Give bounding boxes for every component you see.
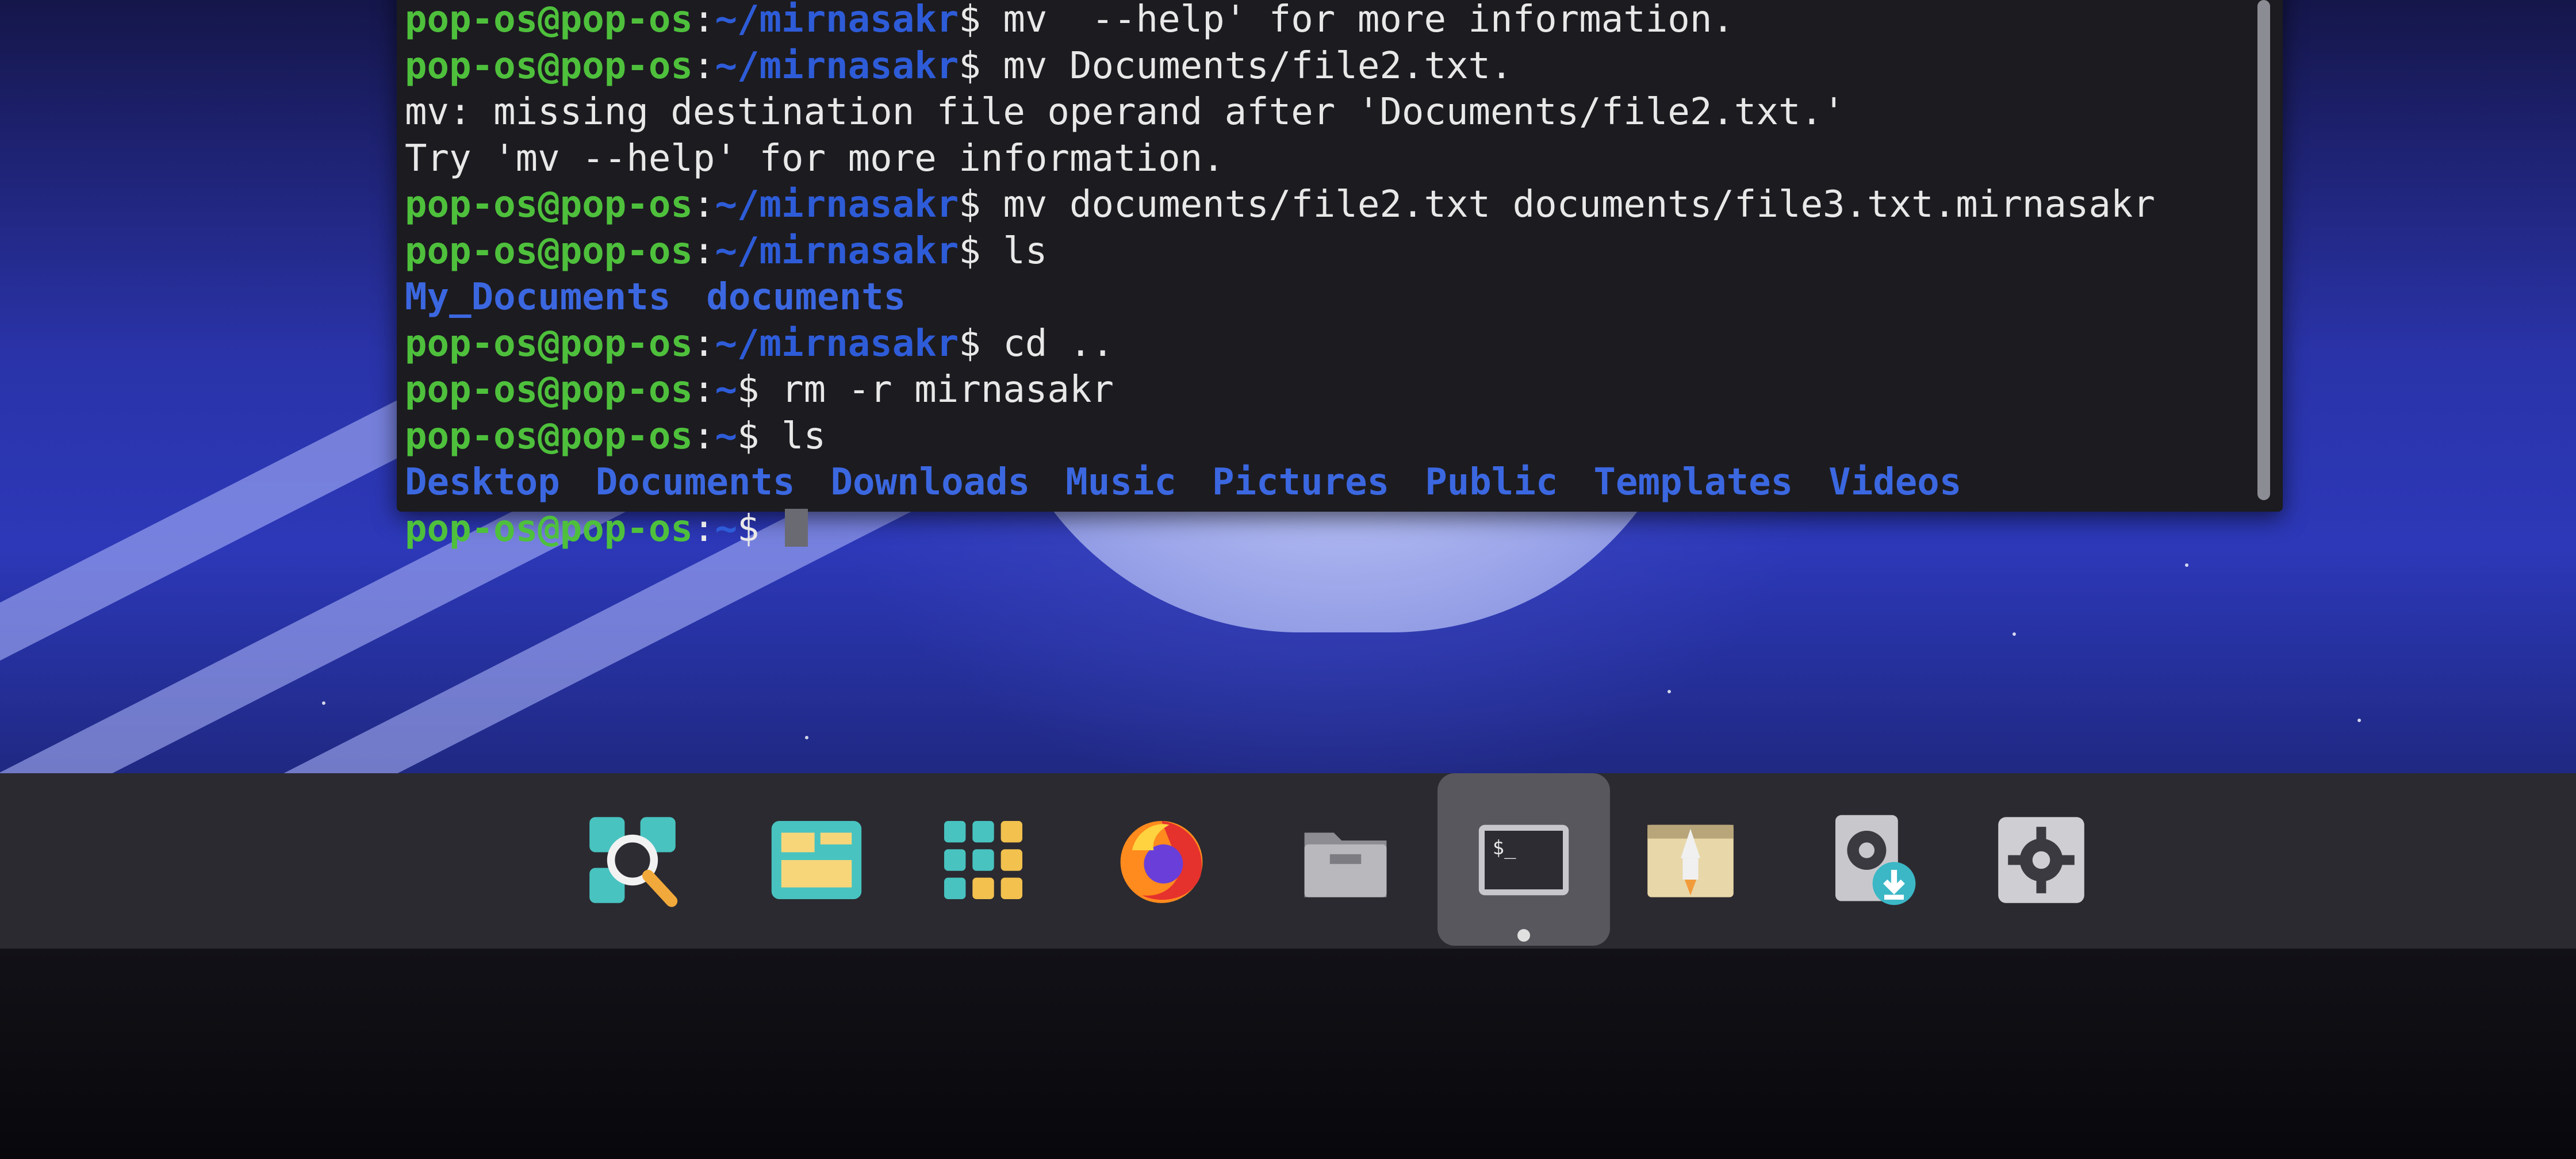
terminal-line: pop-os@pop-os:~/mirnasakr$ mv --help' fo…: [405, 0, 2248, 43]
prompt-path: ~/mirnasakr: [715, 229, 959, 273]
prompt-symbol: $: [737, 369, 760, 411]
output-text: mv: missing destination file operand aft…: [405, 91, 1845, 133]
dock-item-disk-installer[interactable]: [1788, 773, 1961, 949]
prompt-user: pop-os@pop-os: [405, 322, 693, 365]
terminal-line: mv: missing destination file operand aft…: [405, 89, 2248, 136]
prompt-separator: :: [692, 415, 715, 458]
prompt-separator: :: [692, 322, 715, 365]
pop-shop-icon: [1642, 811, 1739, 911]
command-text: ls: [759, 415, 826, 458]
prompt-separator: :: [692, 229, 715, 273]
dock-item-settings[interactable]: [1955, 773, 2128, 949]
prompt-separator: :: [692, 369, 715, 411]
terminal-line: pop-os@pop-os:~$: [405, 506, 2248, 552]
prompt-symbol: $: [959, 183, 981, 226]
terminal-line: My_Documents documents: [405, 274, 2248, 321]
output-text: Try 'mv --help' for more information.: [405, 137, 1225, 180]
prompt-user: pop-os@pop-os: [405, 507, 693, 550]
directory-entry: Documents: [595, 461, 795, 504]
dock-item-workspaces[interactable]: [730, 773, 903, 949]
disk-installer-icon: [1826, 811, 1923, 911]
screen-bezel: [0, 949, 2576, 1159]
dock-item-files[interactable]: [1259, 773, 1432, 949]
prompt-user: pop-os@pop-os: [405, 229, 693, 273]
prompt-path: ~: [715, 415, 737, 458]
terminal-line: Desktop Documents Downloads Music Pictures Pu…: [405, 459, 2248, 506]
dock-item-app-grid[interactable]: [897, 773, 1070, 949]
dock-item-pop-shop[interactable]: [1604, 773, 1777, 949]
prompt-symbol: $: [737, 507, 760, 550]
terminal-output[interactable]: pop-os@pop-os:~/mirnasakr$ mv --help' fo…: [405, 0, 2248, 552]
prompt-path: ~/mirnasakr: [715, 183, 959, 226]
terminal-cursor[interactable]: [785, 508, 808, 547]
prompt-path: ~/mirnasakr: [715, 322, 959, 365]
prompt-symbol: $: [959, 44, 981, 87]
prompt-symbol: $: [737, 415, 760, 458]
command-text: mv Documents/file2.txt.: [980, 44, 1513, 87]
prompt-user: pop-os@pop-os: [405, 44, 693, 87]
command-text: rm -r mirnasakr: [759, 369, 1114, 411]
prompt-symbol: $: [959, 229, 981, 273]
directory-entry: Desktop: [405, 461, 560, 504]
command-text: cd ..: [980, 322, 1114, 365]
dock-item-terminal[interactable]: $_: [1426, 773, 1610, 949]
command-text: ls: [980, 229, 1048, 273]
prompt-path: ~/mirnasakr: [715, 44, 959, 87]
directory-entry: Music: [1065, 461, 1176, 504]
directory-entry: Pictures: [1212, 461, 1390, 504]
terminal-line: pop-os@pop-os:~/mirnasakr$ cd ..: [405, 321, 2248, 367]
files-icon: [1297, 811, 1394, 911]
directory-entry: Downloads: [830, 461, 1030, 504]
directory-entry: My_Documents: [405, 276, 671, 318]
firefox-icon: [1113, 811, 1210, 911]
command-text: mv documents/file2.txt documents/file3.t…: [980, 183, 2155, 226]
prompt-user: pop-os@pop-os: [405, 415, 693, 458]
directory-entry: Templates: [1593, 461, 1793, 504]
prompt-user: pop-os@pop-os: [405, 183, 693, 226]
terminal-icon: $_: [1475, 811, 1573, 911]
workspaces-icon: [768, 811, 865, 911]
dock-item-search-app[interactable]: [546, 773, 719, 949]
prompt-separator: :: [692, 44, 715, 87]
terminal-scrollbar[interactable]: [2257, 0, 2270, 500]
prompt-path: ~: [715, 507, 737, 550]
app-grid-icon: [934, 811, 1032, 911]
directory-entry: Videos: [1828, 461, 1962, 504]
directory-entry: documents: [706, 276, 906, 318]
terminal-line: Try 'mv --help' for more information.: [405, 136, 2248, 182]
prompt-user: pop-os@pop-os: [405, 369, 693, 411]
dock-item-firefox[interactable]: [1075, 773, 1248, 949]
running-indicator: [1517, 929, 1530, 942]
prompt-separator: :: [692, 183, 715, 226]
directory-entry: Public: [1425, 461, 1558, 504]
terminal-line: pop-os@pop-os:~$ ls: [405, 413, 2248, 460]
prompt-user: pop-os@pop-os: [405, 0, 693, 41]
svg-text:$_: $_: [1493, 836, 1516, 859]
settings-icon: [1992, 811, 2090, 911]
prompt-path: ~/mirnasakr: [715, 0, 959, 41]
prompt-symbol: $: [959, 0, 981, 41]
prompt-separator: :: [692, 0, 715, 41]
terminal-window[interactable]: pop-os@pop-os:~/mirnasakr$ mv --help' fo…: [397, 0, 2283, 550]
terminal-line: pop-os@pop-os:~/mirnasakr$ mv Documents/…: [405, 43, 2248, 90]
command-text: mv --help' for more information.: [980, 0, 1734, 41]
terminal-line: pop-os@pop-os:~/mirnasakr$ mv documents/…: [405, 182, 2248, 228]
prompt-separator: :: [692, 507, 715, 550]
search-app-icon: [584, 811, 681, 911]
terminal-line: pop-os@pop-os:~/mirnasakr$ ls: [405, 228, 2248, 275]
terminal-line: pop-os@pop-os:~$ rm -r mirnasakr: [405, 367, 2248, 413]
prompt-symbol: $: [959, 322, 981, 365]
prompt-path: ~: [715, 369, 737, 411]
